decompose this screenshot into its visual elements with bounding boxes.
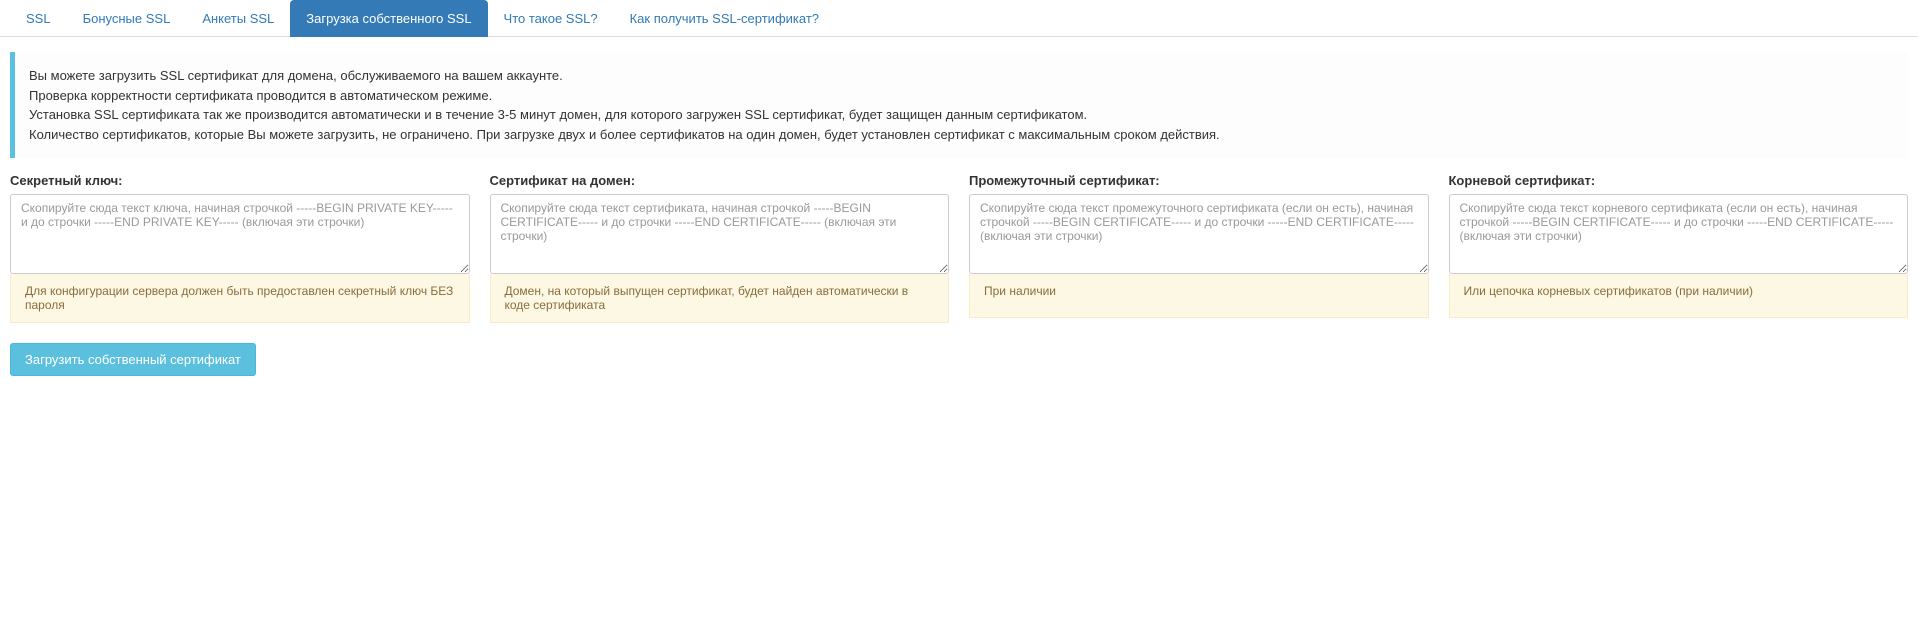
upload-certificate-button[interactable]: Загрузить собственный сертификат [10, 343, 256, 376]
info-line-3: Установка SSL сертификата так же произво… [29, 105, 1894, 125]
tab-bonus-ssl[interactable]: Бонусные SSL [67, 0, 187, 37]
domain-cert-label: Сертификат на домен: [490, 173, 950, 188]
info-line-1: Вы можете загрузить SSL сертификат для д… [29, 66, 1894, 86]
tab-ssl-questionnaires[interactable]: Анкеты SSL [186, 0, 290, 37]
domain-cert-help: Домен, на который выпущен сертификат, бу… [490, 274, 950, 323]
tab-ssl[interactable]: SSL [10, 0, 67, 37]
info-line-2: Проверка корректности сертификата провод… [29, 86, 1894, 106]
intermediate-cert-help: При наличии [969, 274, 1429, 318]
root-cert-column: Корневой сертификат: Или цепочка корневы… [1449, 173, 1909, 323]
root-cert-textarea[interactable] [1449, 194, 1909, 274]
intermediate-cert-label: Промежуточный сертификат: [969, 173, 1429, 188]
intermediate-cert-textarea[interactable] [969, 194, 1429, 274]
private-key-textarea[interactable] [10, 194, 470, 274]
tab-upload-own-ssl[interactable]: Загрузка собственного SSL [290, 0, 487, 37]
intermediate-cert-column: Промежуточный сертификат: При наличии [969, 173, 1429, 323]
root-cert-label: Корневой сертификат: [1449, 173, 1909, 188]
domain-cert-textarea[interactable] [490, 194, 950, 274]
private-key-help: Для конфигурации сервера должен быть пре… [10, 274, 470, 323]
tab-what-is-ssl[interactable]: Что такое SSL? [488, 0, 614, 37]
certificate-form-row: Секретный ключ: Для конфигурации сервера… [0, 173, 1918, 323]
root-cert-help: Или цепочка корневых сертификатов (при н… [1449, 274, 1909, 318]
tab-how-to-get-ssl[interactable]: Как получить SSL-сертификат? [614, 0, 835, 37]
info-panel: Вы можете загрузить SSL сертификат для д… [10, 52, 1908, 158]
ssl-tabs: SSL Бонусные SSL Анкеты SSL Загрузка соб… [0, 0, 1918, 37]
private-key-label: Секретный ключ: [10, 173, 470, 188]
domain-cert-column: Сертификат на домен: Домен, на который в… [490, 173, 950, 323]
info-line-4: Количество сертификатов, которые Вы може… [29, 125, 1894, 145]
private-key-column: Секретный ключ: Для конфигурации сервера… [10, 173, 470, 323]
